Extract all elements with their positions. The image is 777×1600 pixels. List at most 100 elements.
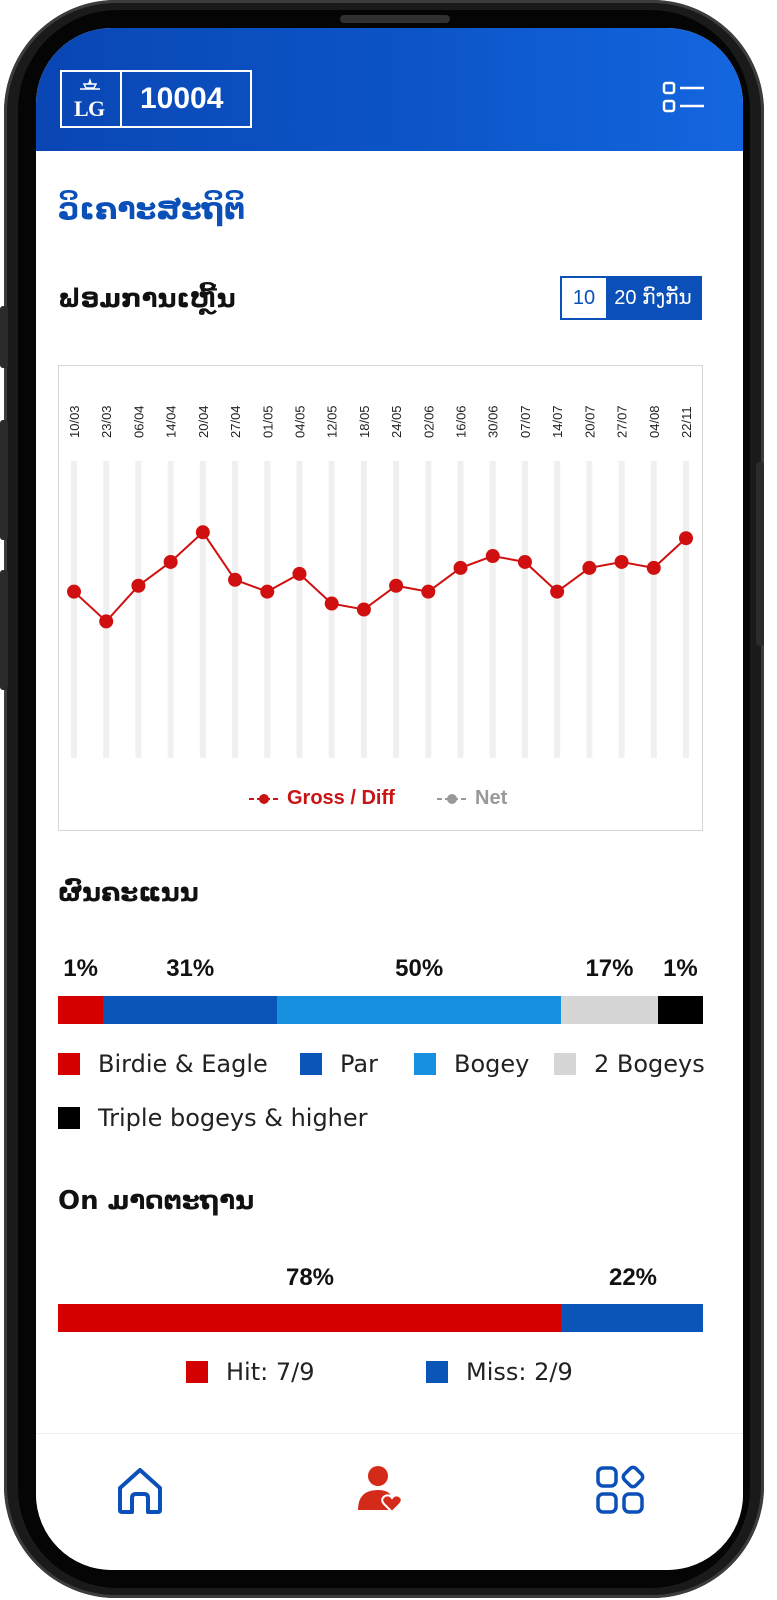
score-segment bbox=[561, 996, 658, 1024]
volume-down-button bbox=[0, 570, 8, 690]
power-button bbox=[756, 462, 764, 646]
grid-column bbox=[167, 461, 174, 758]
grid-column bbox=[296, 461, 303, 758]
x-tick-label: 06/04 bbox=[131, 405, 146, 438]
legend-gross[interactable]: Gross / Diff bbox=[249, 783, 395, 813]
legend-bogey-label: Bogey bbox=[454, 1050, 530, 1078]
grid-column bbox=[71, 461, 77, 758]
legend-net[interactable]: Net bbox=[437, 783, 507, 813]
grid-column bbox=[457, 461, 464, 758]
x-tick-label: 23/03 bbox=[99, 405, 114, 438]
data-point-gross[interactable] bbox=[292, 566, 307, 581]
data-point-gross[interactable] bbox=[131, 578, 146, 593]
data-point-gross[interactable] bbox=[67, 584, 81, 599]
legend-net-marker bbox=[437, 793, 467, 804]
score-percentage: 50% bbox=[395, 955, 444, 982]
swatch-2-bogeys bbox=[554, 1053, 576, 1075]
series-line-gross bbox=[73, 530, 687, 623]
score-section-title: ຜົນຄະແນນ bbox=[58, 878, 199, 908]
legend-gross-label: Gross / Diff bbox=[287, 787, 395, 809]
miss-percentage: 22% bbox=[608, 1264, 658, 1291]
grid-column bbox=[232, 461, 239, 758]
legend-hit: Hit: 7/9 bbox=[186, 1358, 314, 1386]
x-tick-label: 20/04 bbox=[196, 405, 211, 438]
legend-birdie-eagle-label: Birdie & Eagle bbox=[98, 1050, 268, 1078]
miss-segment bbox=[561, 1304, 703, 1332]
data-point-gross[interactable] bbox=[389, 578, 404, 593]
grid-column bbox=[199, 461, 206, 758]
data-point-gross[interactable] bbox=[99, 614, 114, 629]
grid-column bbox=[650, 461, 657, 758]
club-logo: L G bbox=[62, 72, 122, 126]
x-tick-label: 16/06 bbox=[454, 405, 469, 438]
x-tick-label: 10/03 bbox=[67, 405, 82, 438]
legend-par-label: Par bbox=[340, 1050, 378, 1078]
grid-column bbox=[521, 461, 528, 758]
legend-bogey: Bogey bbox=[414, 1050, 529, 1078]
data-point-gross[interactable] bbox=[646, 560, 661, 575]
data-point-gross[interactable] bbox=[421, 584, 436, 599]
score-percentage: 1% bbox=[63, 955, 98, 982]
bottom-navigation bbox=[36, 1433, 743, 1570]
grid-column bbox=[393, 461, 400, 758]
legend-triple-bogeys-label: Triple bogeys & higher bbox=[98, 1104, 368, 1132]
app-header: L G 10004 bbox=[36, 28, 743, 151]
grid-column bbox=[103, 461, 110, 758]
data-point-gross[interactable] bbox=[356, 602, 371, 617]
x-tick-label: 24/05 bbox=[389, 405, 404, 438]
data-point-gross[interactable] bbox=[550, 584, 565, 599]
x-tick-label: 22/11 bbox=[679, 406, 694, 438]
score-percentage: 17% bbox=[585, 955, 634, 982]
home-icon[interactable] bbox=[112, 1462, 168, 1518]
data-point-gross[interactable] bbox=[679, 531, 693, 546]
data-point-gross[interactable] bbox=[324, 596, 339, 611]
menu-list-icon[interactable] bbox=[662, 80, 706, 114]
data-point-gross[interactable] bbox=[195, 525, 210, 540]
x-tick-label: 12/05 bbox=[325, 405, 340, 438]
x-tick-label: 14/07 bbox=[550, 405, 565, 438]
member-card: L G 10004 bbox=[60, 70, 252, 128]
x-tick-label: 20/07 bbox=[582, 405, 597, 438]
legend-miss: Miss: 2/9 bbox=[426, 1358, 573, 1386]
data-point-gross[interactable] bbox=[228, 572, 243, 587]
data-point-gross[interactable] bbox=[453, 560, 468, 575]
x-tick-label: 07/07 bbox=[518, 405, 533, 438]
legend-par: Par bbox=[300, 1050, 378, 1078]
score-segment bbox=[657, 996, 703, 1024]
toggle-10-rounds[interactable]: 10 bbox=[562, 278, 606, 318]
apps-icon[interactable] bbox=[592, 1462, 648, 1518]
swatch-bogey bbox=[414, 1053, 436, 1075]
hit-segment bbox=[58, 1304, 562, 1332]
x-tick-label: 27/04 bbox=[228, 405, 243, 438]
data-point-gross[interactable] bbox=[485, 549, 500, 564]
speaker-grille bbox=[340, 15, 450, 23]
data-point-gross[interactable] bbox=[163, 554, 178, 569]
member-id: 10004 bbox=[140, 82, 224, 115]
x-tick-label: 04/05 bbox=[292, 405, 307, 438]
toggle-20-rounds[interactable]: 20 ກົງກັນ bbox=[606, 278, 700, 318]
legend-birdie-eagle: Birdie & Eagle bbox=[58, 1050, 268, 1078]
rounds-toggle[interactable]: 10 20 ກົງກັນ bbox=[560, 276, 702, 320]
grid-column bbox=[683, 461, 689, 758]
svg-text:L: L bbox=[74, 96, 89, 121]
data-point-gross[interactable] bbox=[260, 584, 275, 599]
grid-column bbox=[554, 461, 561, 758]
score-segment bbox=[103, 996, 278, 1024]
data-point-gross[interactable] bbox=[614, 554, 629, 569]
form-section-title: ຟອມການເຫຼີ້ນ bbox=[58, 284, 236, 314]
swatch-miss bbox=[426, 1361, 448, 1383]
grid-column bbox=[425, 461, 432, 758]
on-section-title: On ມາດຕະຖານ bbox=[58, 1186, 255, 1216]
legend-triple-bogeys: Triple bogeys & higher bbox=[58, 1104, 368, 1132]
score-percentage: 31% bbox=[166, 955, 215, 982]
grid-column bbox=[135, 461, 142, 758]
legend-hit-label: Hit: 7/9 bbox=[226, 1358, 315, 1386]
legend-net-label: Net bbox=[475, 787, 508, 809]
data-point-gross[interactable] bbox=[582, 560, 597, 575]
on-standard-bar bbox=[58, 1304, 703, 1332]
data-point-gross[interactable] bbox=[517, 554, 532, 569]
volume-up-button bbox=[0, 420, 8, 540]
x-tick-label: 04/08 bbox=[647, 405, 662, 438]
profile-heart-icon[interactable] bbox=[352, 1462, 408, 1518]
svg-text:G: G bbox=[88, 96, 105, 121]
